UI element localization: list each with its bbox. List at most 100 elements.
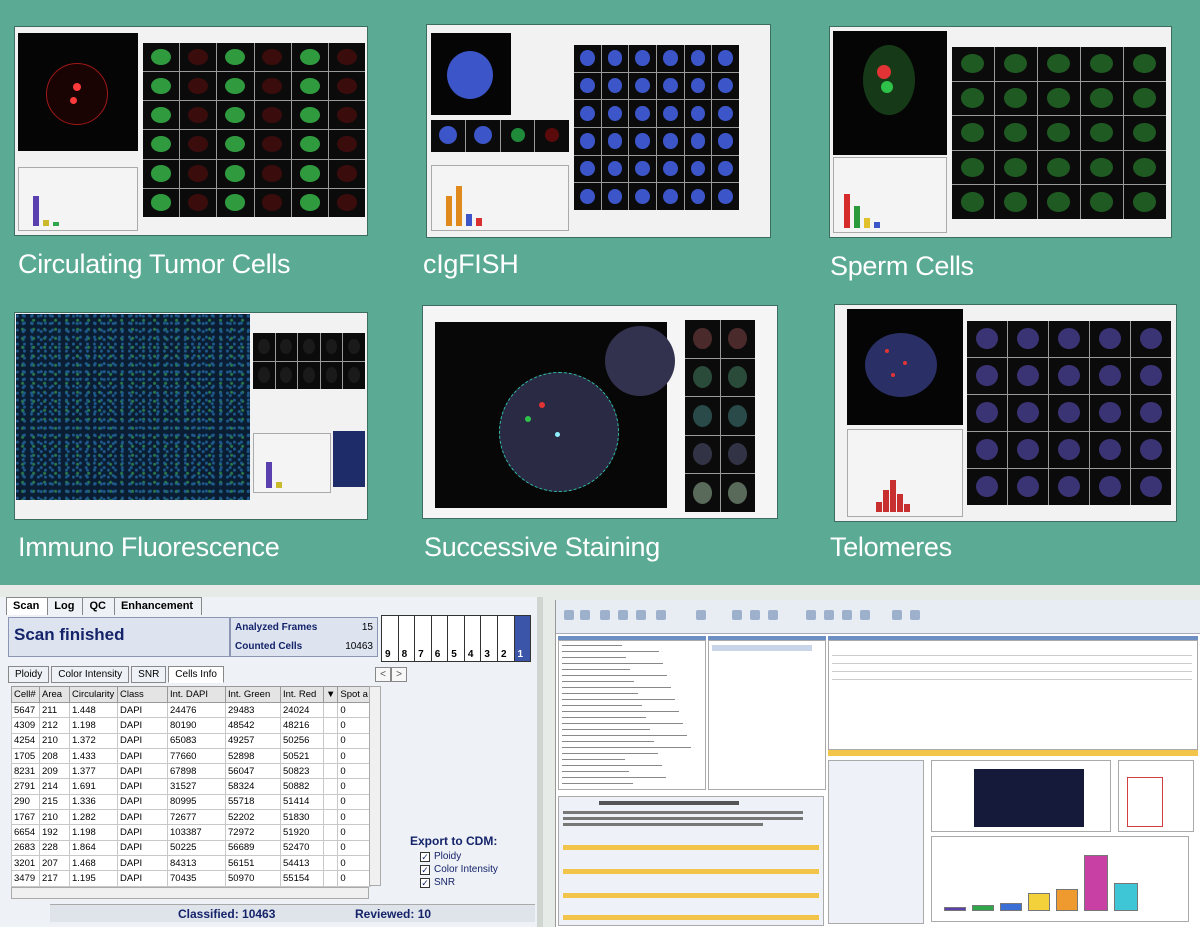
cell-thumbnail[interactable] bbox=[1038, 47, 1080, 81]
cell-thumbnail[interactable] bbox=[328, 188, 365, 217]
tab-enhancement[interactable]: Enhancement bbox=[113, 597, 203, 615]
cell-thumbnail[interactable] bbox=[1008, 469, 1048, 505]
cell-thumbnail[interactable] bbox=[291, 43, 328, 72]
ribbon-button-icon[interactable] bbox=[806, 610, 816, 620]
tab-scan[interactable]: Scan bbox=[6, 597, 49, 615]
cell-thumbnail[interactable] bbox=[275, 361, 298, 389]
frame-4[interactable]: 4 bbox=[465, 616, 482, 661]
cell-thumbnail[interactable] bbox=[180, 101, 217, 130]
cell-thumbnail[interactable] bbox=[291, 72, 328, 101]
cell-thumbnail[interactable] bbox=[1008, 358, 1048, 394]
cell-thumbnail[interactable] bbox=[995, 47, 1037, 81]
col-area[interactable]: Area bbox=[39, 686, 70, 703]
cell-thumbnail[interactable] bbox=[1090, 432, 1130, 468]
cell-thumbnail[interactable] bbox=[253, 333, 275, 361]
ribbon-button-icon[interactable] bbox=[600, 610, 610, 620]
cell-thumbnail[interactable] bbox=[656, 127, 684, 155]
frame-8[interactable]: 8 bbox=[399, 616, 416, 661]
cell-thumbnail[interactable] bbox=[685, 435, 720, 474]
cell-thumbnail[interactable] bbox=[1081, 116, 1123, 150]
cell-thumbnail[interactable] bbox=[601, 45, 629, 72]
col-int-green[interactable]: Int. Green bbox=[225, 686, 281, 703]
frame-2[interactable]: 2 bbox=[498, 616, 515, 661]
cell-thumbnail[interactable] bbox=[1131, 358, 1171, 394]
cell-thumbnail[interactable] bbox=[1131, 395, 1171, 431]
table-row[interactable]: 290 215 1.336 DAPI 80995 55718 51414 0 bbox=[11, 793, 371, 811]
cell-thumbnail[interactable] bbox=[143, 159, 180, 188]
cell-thumbnail[interactable] bbox=[601, 72, 629, 100]
cell-thumbnail[interactable] bbox=[254, 72, 291, 101]
cell-thumbnail[interactable] bbox=[298, 361, 320, 389]
cell-thumbnail[interactable] bbox=[952, 185, 994, 219]
table-row[interactable]: 3201 207 1.468 DAPI 84313 56151 54413 0 bbox=[11, 854, 371, 872]
cell-thumbnail[interactable] bbox=[720, 358, 755, 397]
cell-thumbnail[interactable] bbox=[1131, 321, 1171, 357]
cell-thumbnail[interactable] bbox=[601, 100, 629, 127]
cell-thumbnail[interactable] bbox=[328, 72, 365, 101]
cell-thumbnail[interactable] bbox=[685, 358, 720, 397]
table-row[interactable]: 4309 212 1.198 DAPI 80190 48542 48216 0 bbox=[11, 717, 371, 734]
cell-thumbnail[interactable] bbox=[656, 45, 684, 72]
cell-thumbnail[interactable] bbox=[217, 130, 254, 159]
cell-thumbnail[interactable] bbox=[328, 159, 365, 188]
frame-6[interactable]: 6 bbox=[432, 616, 449, 661]
cell-thumbnail[interactable] bbox=[1131, 432, 1171, 468]
cell-thumbnail[interactable] bbox=[1090, 358, 1130, 394]
cell-thumbnail[interactable] bbox=[967, 395, 1007, 431]
cell-thumbnail[interactable] bbox=[217, 43, 254, 72]
ribbon-button-icon[interactable] bbox=[750, 610, 760, 620]
cell-thumbnail[interactable] bbox=[254, 159, 291, 188]
cell-thumbnail[interactable] bbox=[291, 188, 328, 217]
cell-thumbnail[interactable] bbox=[328, 101, 365, 130]
cell-thumbnail[interactable] bbox=[629, 45, 656, 72]
cell-thumbnail[interactable] bbox=[1131, 469, 1171, 505]
cell-thumbnail[interactable] bbox=[712, 127, 739, 155]
ribbon-button-icon[interactable] bbox=[732, 610, 742, 620]
ribbon-button-icon[interactable] bbox=[842, 610, 852, 620]
table-horizontal-scrollbar[interactable] bbox=[11, 887, 369, 899]
frame-5[interactable]: 5 bbox=[448, 616, 465, 661]
cell-thumbnail[interactable] bbox=[180, 43, 217, 72]
cell-thumbnail[interactable] bbox=[291, 130, 328, 159]
cell-thumbnail[interactable] bbox=[720, 435, 755, 474]
cell-thumbnail[interactable] bbox=[1038, 150, 1080, 185]
prev-arrow-icon[interactable]: < bbox=[375, 667, 391, 682]
cell-thumbnail[interactable] bbox=[720, 320, 755, 358]
export-color-intensity-checkbox[interactable]: ✓ Color Intensity bbox=[410, 863, 520, 876]
cell-thumbnail[interactable] bbox=[967, 469, 1007, 505]
cell-thumbnail[interactable] bbox=[343, 333, 365, 361]
col-cell-num[interactable]: Cell# bbox=[11, 686, 40, 703]
cell-thumbnail[interactable] bbox=[629, 155, 656, 183]
cell-thumbnail[interactable] bbox=[1049, 469, 1089, 505]
cell-thumbnail[interactable] bbox=[180, 188, 217, 217]
cell-thumbnail[interactable] bbox=[574, 183, 601, 210]
cell-thumbnail[interactable] bbox=[1038, 81, 1080, 116]
cell-thumbnail[interactable] bbox=[1124, 116, 1166, 150]
tab-log[interactable]: Log bbox=[47, 597, 84, 615]
cell-thumbnail[interactable] bbox=[574, 45, 601, 72]
cell-thumbnail[interactable] bbox=[629, 72, 656, 100]
frame-1[interactable]: 1 bbox=[514, 616, 531, 661]
ribbon-button-icon[interactable] bbox=[860, 610, 870, 620]
cell-thumbnail[interactable] bbox=[143, 72, 180, 101]
cell-thumbnail[interactable] bbox=[1008, 321, 1048, 357]
cell-thumbnail[interactable] bbox=[1049, 358, 1089, 394]
cell-thumbnail[interactable] bbox=[1090, 321, 1130, 357]
cell-thumbnail[interactable] bbox=[995, 185, 1037, 219]
cell-thumbnail[interactable] bbox=[1008, 432, 1048, 468]
cell-thumbnail[interactable] bbox=[684, 72, 712, 100]
cell-thumbnail[interactable] bbox=[712, 72, 739, 100]
cell-thumbnail[interactable] bbox=[1008, 395, 1048, 431]
cell-thumbnail[interactable] bbox=[685, 320, 720, 358]
cell-thumbnail[interactable] bbox=[684, 45, 712, 72]
cell-thumbnail[interactable] bbox=[143, 188, 180, 217]
cell-thumbnail[interactable] bbox=[574, 155, 601, 183]
cell-thumbnail[interactable] bbox=[1049, 395, 1089, 431]
table-vertical-scrollbar[interactable] bbox=[369, 686, 381, 886]
cell-thumbnail[interactable] bbox=[574, 127, 601, 155]
cell-thumbnail[interactable] bbox=[1124, 47, 1166, 81]
ribbon-button-icon[interactable] bbox=[696, 610, 706, 620]
cell-thumbnail[interactable] bbox=[143, 43, 180, 72]
subtab-snr[interactable]: SNR bbox=[131, 666, 167, 683]
cell-thumbnail[interactable] bbox=[720, 474, 755, 512]
